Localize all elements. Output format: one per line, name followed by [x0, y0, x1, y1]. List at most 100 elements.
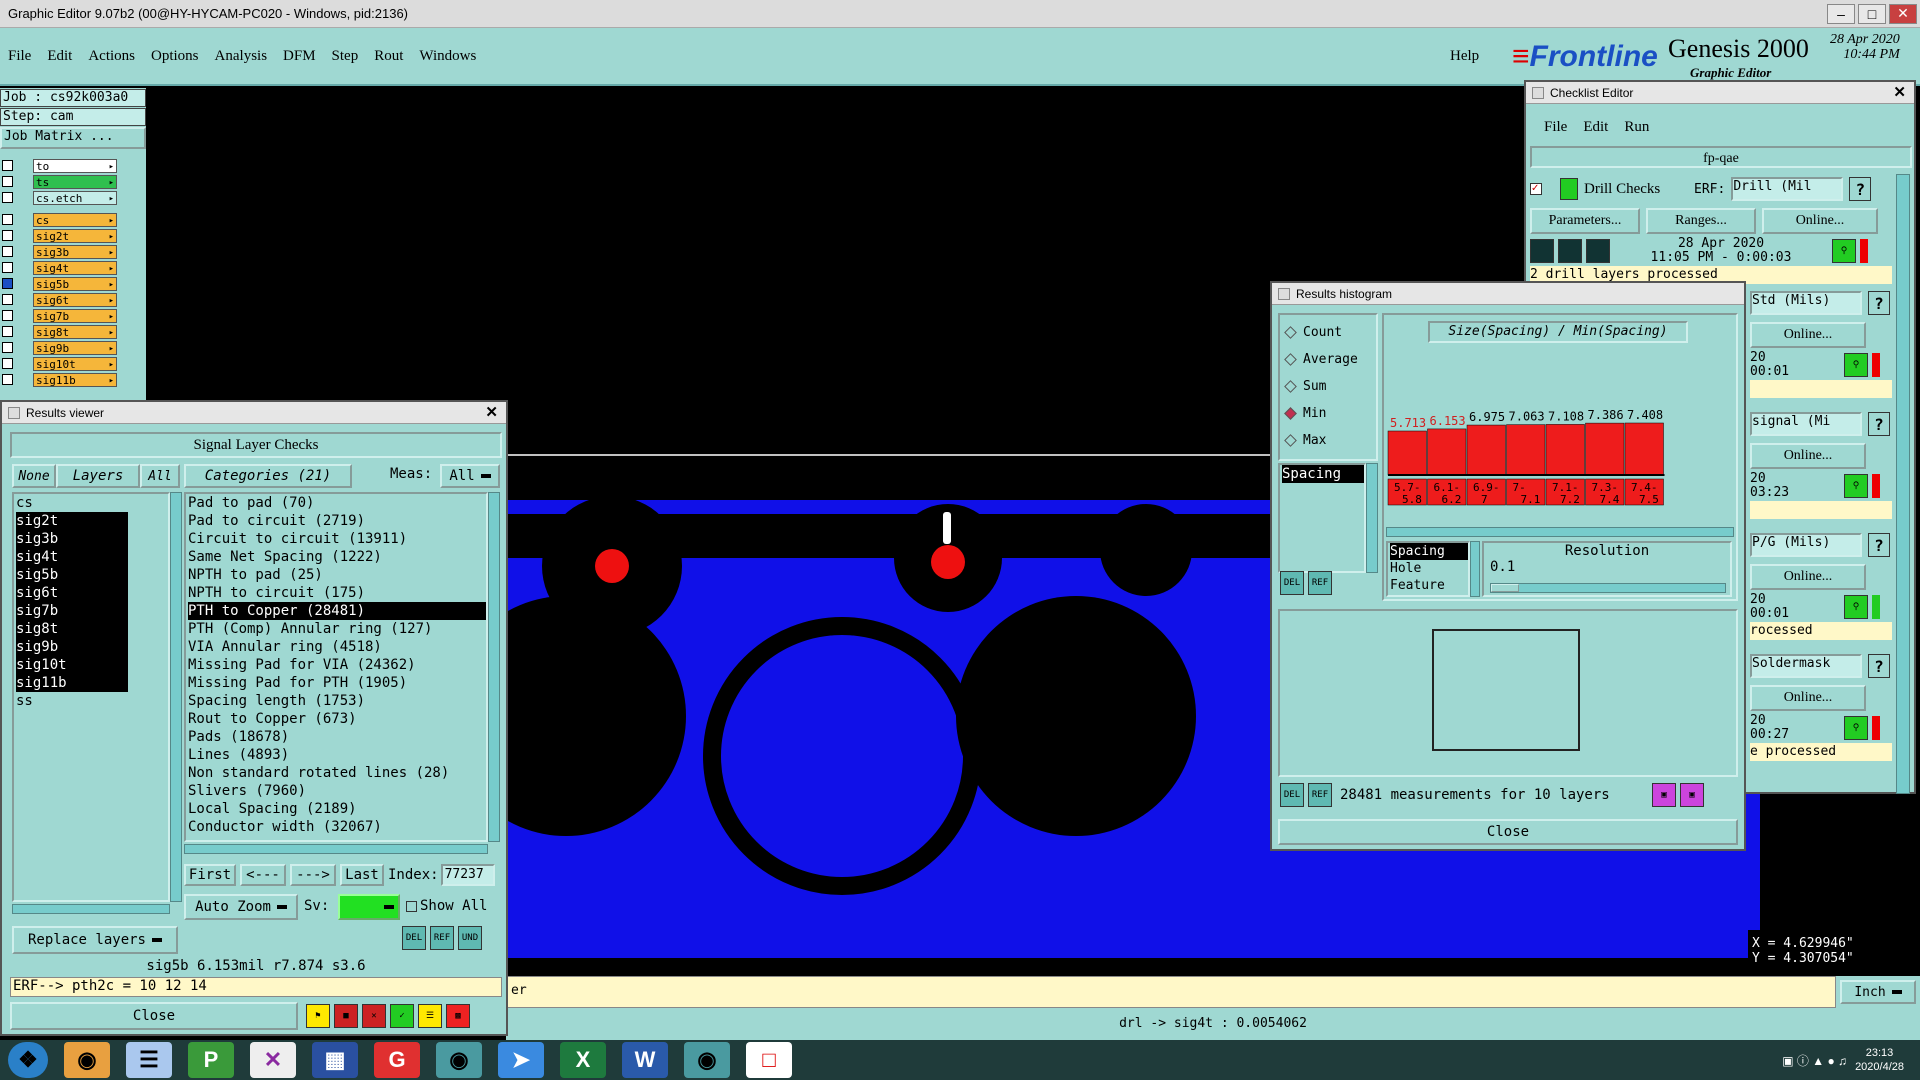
mode-max-radio[interactable]: Max: [1284, 427, 1370, 454]
erf-field[interactable]: P/G (Mils): [1750, 533, 1862, 557]
job-matrix-button[interactable]: Job Matrix ...: [0, 127, 146, 149]
layer-row[interactable]: cs.etch: [0, 190, 146, 206]
histogram-bar[interactable]: [1427, 428, 1467, 476]
menu-help[interactable]: Help: [1450, 48, 1479, 65]
category-item[interactable]: Same Net Spacing (1222): [188, 548, 486, 566]
layer-row[interactable]: sig9b: [0, 340, 146, 356]
layer-checkbox[interactable]: [2, 342, 13, 353]
list-item[interactable]: sig8t: [16, 620, 128, 638]
histogram-bar[interactable]: [1545, 424, 1585, 476]
taskbar-app-g-icon[interactable]: G: [374, 1042, 420, 1078]
taskbar-app-p-icon[interactable]: P: [188, 1042, 234, 1078]
check-icon[interactable]: ✓: [390, 1004, 414, 1028]
export-icon[interactable]: ▣: [1652, 783, 1676, 807]
layer-checkbox[interactable]: [2, 278, 13, 289]
categories-scrollbar[interactable]: [488, 492, 500, 842]
layer-name[interactable]: cs: [33, 212, 117, 228]
histogram-icon[interactable]: ▩: [446, 1004, 470, 1028]
histogram-bar[interactable]: [1466, 424, 1506, 476]
resolution-slider[interactable]: [1490, 583, 1726, 593]
erf-field[interactable]: Std (Mils): [1750, 291, 1862, 315]
category-item[interactable]: Pad to circuit (2719): [188, 512, 486, 530]
layers-hscrollbar[interactable]: [12, 904, 170, 914]
taskbar-app-shell-icon[interactable]: ◉: [64, 1042, 110, 1078]
delete-icon[interactable]: DEL: [1280, 783, 1304, 807]
layer-row[interactable]: sig10t: [0, 356, 146, 372]
help-icon[interactable]: ?: [1868, 291, 1890, 315]
help-icon[interactable]: ?: [1849, 177, 1872, 201]
layer-checkbox[interactable]: [2, 310, 13, 321]
run-icon[interactable]: [1586, 239, 1610, 263]
delete-result-icon[interactable]: DEL: [402, 926, 426, 950]
report-icon[interactable]: ☰: [418, 1004, 442, 1028]
layer-checkbox[interactable]: [2, 230, 13, 241]
last-button[interactable]: Last: [340, 864, 384, 886]
online-button[interactable]: Online...: [1750, 564, 1866, 590]
bottom-list-scrollbar[interactable]: [1470, 541, 1480, 597]
first-button[interactable]: First: [184, 864, 236, 886]
bottom-quantity-list[interactable]: Spacing Hole Feature: [1386, 541, 1470, 597]
layer-name[interactable]: sig9b: [33, 340, 117, 356]
layer-checkbox[interactable]: [2, 214, 13, 225]
layer-checkbox[interactable]: [2, 358, 13, 369]
layer-name[interactable]: ts: [33, 174, 117, 190]
taskbar-app-word-icon[interactable]: W: [622, 1042, 668, 1078]
show-all-checkbox[interactable]: [406, 900, 417, 912]
refresh-icon[interactable]: REF: [1308, 571, 1332, 595]
help-icon[interactable]: ?: [1868, 654, 1890, 678]
layers-button[interactable]: Layers: [56, 464, 140, 488]
list-item[interactable]: sig5b: [16, 566, 128, 584]
layer-row[interactable]: to: [0, 158, 146, 174]
close-icon[interactable]: ✕: [485, 403, 498, 421]
layer-name[interactable]: sig2t: [33, 228, 117, 244]
category-item[interactable]: Slivers (7960): [188, 782, 486, 800]
category-item[interactable]: VIA Annular ring (4518): [188, 638, 486, 656]
help-icon[interactable]: ?: [1868, 533, 1890, 557]
top-quantity-list[interactable]: Spacing: [1278, 463, 1366, 573]
online-button[interactable]: Online...: [1750, 685, 1866, 711]
category-item[interactable]: Missing Pad for PTH (1905): [188, 674, 486, 692]
taskbar-app-genesis-icon[interactable]: ◉: [436, 1042, 482, 1078]
close-window-button[interactable]: ✕: [1889, 3, 1917, 24]
layer-name[interactable]: cs.etch: [33, 190, 117, 206]
layer-checkbox[interactable]: [2, 246, 13, 257]
taskbar-clock[interactable]: 23:13 2020/4/28: [1855, 1046, 1904, 1074]
refresh-result-icon[interactable]: REF: [430, 926, 454, 950]
histogram-bar[interactable]: [1506, 424, 1546, 476]
layer-name[interactable]: sig10t: [33, 356, 117, 372]
layer-name[interactable]: sig5b: [33, 276, 117, 292]
layer-checkbox[interactable]: [2, 160, 13, 171]
layer-row[interactable]: cs: [0, 212, 146, 228]
auto-zoom-select[interactable]: Auto Zoom: [184, 894, 298, 920]
checklist-menu-run[interactable]: Run: [1624, 119, 1649, 136]
layer-results-list[interactable]: cs sig2t sig3b sig4t sig5b sig6t sig7b sig8t sig…: [12, 492, 170, 902]
layer-name[interactable]: sig6t: [33, 292, 117, 308]
list-item[interactable]: sig7b: [16, 602, 128, 620]
online-button[interactable]: Online...: [1750, 443, 1866, 469]
erf-field[interactable]: Soldermask: [1750, 654, 1862, 678]
prev-button[interactable]: <---: [240, 864, 286, 886]
category-item[interactable]: PTH (Comp) Annular ring (127): [188, 620, 486, 638]
menu-rout[interactable]: Rout: [374, 48, 403, 65]
layer-checkbox[interactable]: [2, 294, 13, 305]
category-item[interactable]: Circuit to circuit (13911): [188, 530, 486, 548]
layer-row[interactable]: sig8t: [0, 324, 146, 340]
taskbar-app-excel-icon[interactable]: X: [560, 1042, 606, 1078]
layer-name[interactable]: sig3b: [33, 244, 117, 260]
unit-select[interactable]: Inch: [1840, 980, 1916, 1004]
layer-row[interactable]: sig3b: [0, 244, 146, 260]
list-item[interactable]: sig3b: [16, 530, 128, 548]
taskbar-app-genesis2-icon[interactable]: ◉: [684, 1042, 730, 1078]
import-icon[interactable]: ▣: [1680, 783, 1704, 807]
histogram-bar[interactable]: [1387, 430, 1427, 476]
layer-row[interactable]: sig6t: [0, 292, 146, 308]
layer-name[interactable]: to: [33, 158, 117, 174]
mode-min-radio[interactable]: Min: [1284, 400, 1370, 427]
parameters-button[interactable]: Parameters...: [1530, 208, 1640, 234]
taskbar-app-bird-icon[interactable]: ➤: [498, 1042, 544, 1078]
close-icon[interactable]: ✕: [1893, 83, 1906, 101]
list-item[interactable]: sig4t: [16, 548, 128, 566]
drill-erf-field[interactable]: Drill (Mil: [1731, 177, 1844, 201]
zoom-icon[interactable]: ⚲: [1844, 716, 1868, 740]
taskbar-app-pdf-icon[interactable]: □: [746, 1042, 792, 1078]
